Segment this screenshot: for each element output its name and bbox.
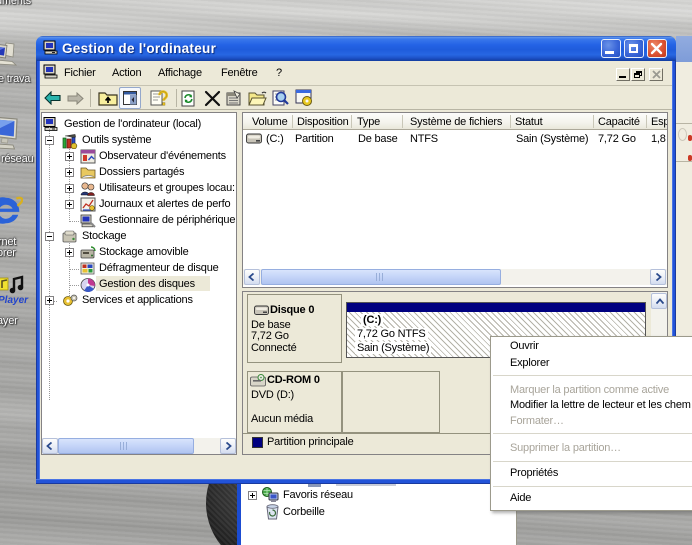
svg-text:Player: Player: [0, 295, 29, 306]
